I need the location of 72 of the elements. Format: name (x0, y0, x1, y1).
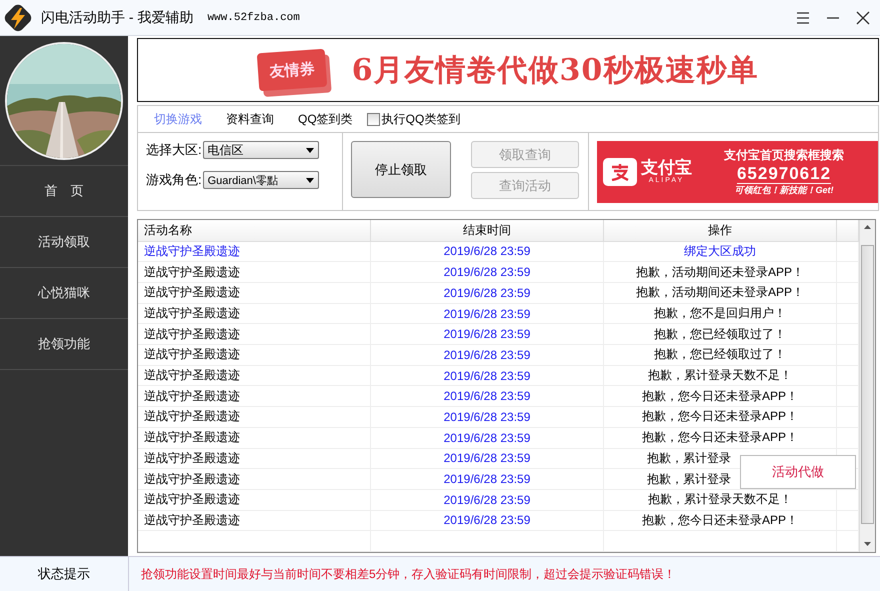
field-label: 游戏角色: (146, 171, 202, 189)
banner-ad[interactable]: 友情券 6月友情卷代做30秒极速秒单 (137, 38, 879, 102)
tab[interactable]: 资料查询 (226, 110, 274, 128)
table-cell: 逆战守护圣殿遗迹 (138, 366, 371, 386)
field-label: 选择大区: (146, 141, 202, 159)
table-cell: 2019/6/28 23:59 (371, 510, 604, 530)
tab[interactable]: 切换游戏 (154, 110, 202, 128)
table-cell: 2019/6/28 23:59 (371, 262, 604, 282)
scrollbar[interactable] (859, 220, 875, 552)
table-cell: 抱歉，您不是回归用户！ (604, 304, 837, 324)
scroll-up-icon[interactable] (864, 225, 871, 229)
table-cell: 逆战守护圣殿遗迹 (138, 262, 371, 282)
ad-number: 652970612 (736, 164, 832, 184)
table-cell: 抱歉，活动期间还未登录APP！ (604, 262, 837, 282)
menu-icon (796, 12, 810, 24)
table-cell: 逆战守护圣殿遗迹 (138, 283, 371, 303)
scroll-down-icon[interactable] (864, 542, 871, 546)
table-cell: 逆战守护圣殿遗迹 (138, 448, 371, 468)
region-dropdown[interactable]: 电信区 (202, 141, 319, 159)
status-label: 状态提示 (38, 565, 90, 583)
banner-headline: 6月友情卷代做30秒极速秒单 (352, 52, 758, 90)
table-cell: 逆战守护圣殿遗迹 (138, 490, 371, 510)
table-cell: 逆战守护圣殿遗迹 (138, 324, 371, 344)
popup-menu-item[interactable]: 活动代做 (740, 455, 856, 489)
ad-text: 支付宝首页搜索框搜索 (724, 146, 844, 164)
column-header[interactable]: 活动名称 (138, 220, 371, 241)
checkbox-label: 执行QQ类签到 (382, 110, 460, 128)
table-cell: 抱歉，您已经领取过了！ (604, 324, 837, 344)
table-cell: 2019/6/28 23:59 (371, 386, 604, 406)
alipay-logo-icon (603, 158, 637, 186)
table-cell: 抱歉，您今日还未登录APP！ (604, 510, 837, 530)
table-cell: 2019/6/28 23:59 (371, 304, 604, 324)
table-cell: 2019/6/28 23:59 (371, 448, 604, 468)
table-cell: 抱歉，活动期间还未登录APP！ (604, 283, 837, 303)
table-cell: 2019/6/28 23:59 (371, 490, 604, 510)
table-cell: 抱歉，您已经领取过了！ (604, 345, 837, 365)
table-cell: 2019/6/28 23:59 (371, 407, 604, 427)
status-message: 抢领功能设置时间最好与当前时间不要相差5分钟，存入验证码有时间限制，超过会提示验证码错误！ (141, 566, 676, 582)
table-cell: 逆战守护圣殿遗迹 (138, 386, 371, 406)
table-cell: 逆战守护圣殿遗迹 (138, 304, 371, 324)
role-dropdown[interactable]: Guardian\零點 (202, 171, 319, 189)
table-cell: 2019/6/28 23:59 (371, 345, 604, 365)
window-title: 闪电活动助手 - 我爱辅助 (41, 8, 194, 26)
table-cell: 2019/6/28 23:59 (371, 428, 604, 448)
table-cell: 2019/6/28 23:59 (371, 324, 604, 344)
table-cell: 逆战守护圣殿遗迹 (138, 510, 371, 530)
table-cell: 抱歉，累计登录天数不足！ (604, 366, 837, 386)
table-cell: 2019/6/28 23:59 (371, 283, 604, 303)
table-cell: 抱歉，您今日还未登录APP！ (604, 407, 837, 427)
table-cell: 2019/6/28 23:59 (371, 242, 604, 262)
table-cell: 逆战守护圣殿遗迹 (138, 469, 371, 489)
table-cell: 绑定大区成功 (604, 242, 837, 262)
ticket-label: 友情券 (256, 48, 327, 92)
brand-name: 支付宝 (641, 159, 692, 177)
website-url: www.52fzba.com (207, 12, 300, 24)
table-cell: 抱歉，您今日还未登录APP！ (604, 386, 837, 406)
table-cell: 逆战守护圣殿遗迹 (138, 407, 371, 427)
table-cell: 抱歉，您今日还未登录APP！ (604, 428, 837, 448)
caret-icon (306, 178, 314, 182)
caret-icon (306, 148, 314, 152)
close-icon (856, 10, 870, 24)
ad-slogan: 可领红包！新技能！Get! (734, 184, 834, 196)
table-cell: 2019/6/28 23:59 (371, 469, 604, 489)
checkbox[interactable] (366, 112, 380, 126)
stop-button[interactable]: 停止领取 (351, 141, 451, 198)
tab[interactable]: QQ签到类 (298, 110, 353, 128)
column-header[interactable]: 结束时间 (371, 220, 604, 241)
table-cell: 逆战守护圣殿遗迹 (138, 242, 371, 262)
table-cell: 逆战守护圣殿遗迹 (138, 428, 371, 448)
column-header[interactable]: 操作 (604, 220, 837, 241)
table-cell: 2019/6/28 23:59 (371, 366, 604, 386)
table-cell: 逆战守护圣殿遗迹 (138, 345, 371, 365)
